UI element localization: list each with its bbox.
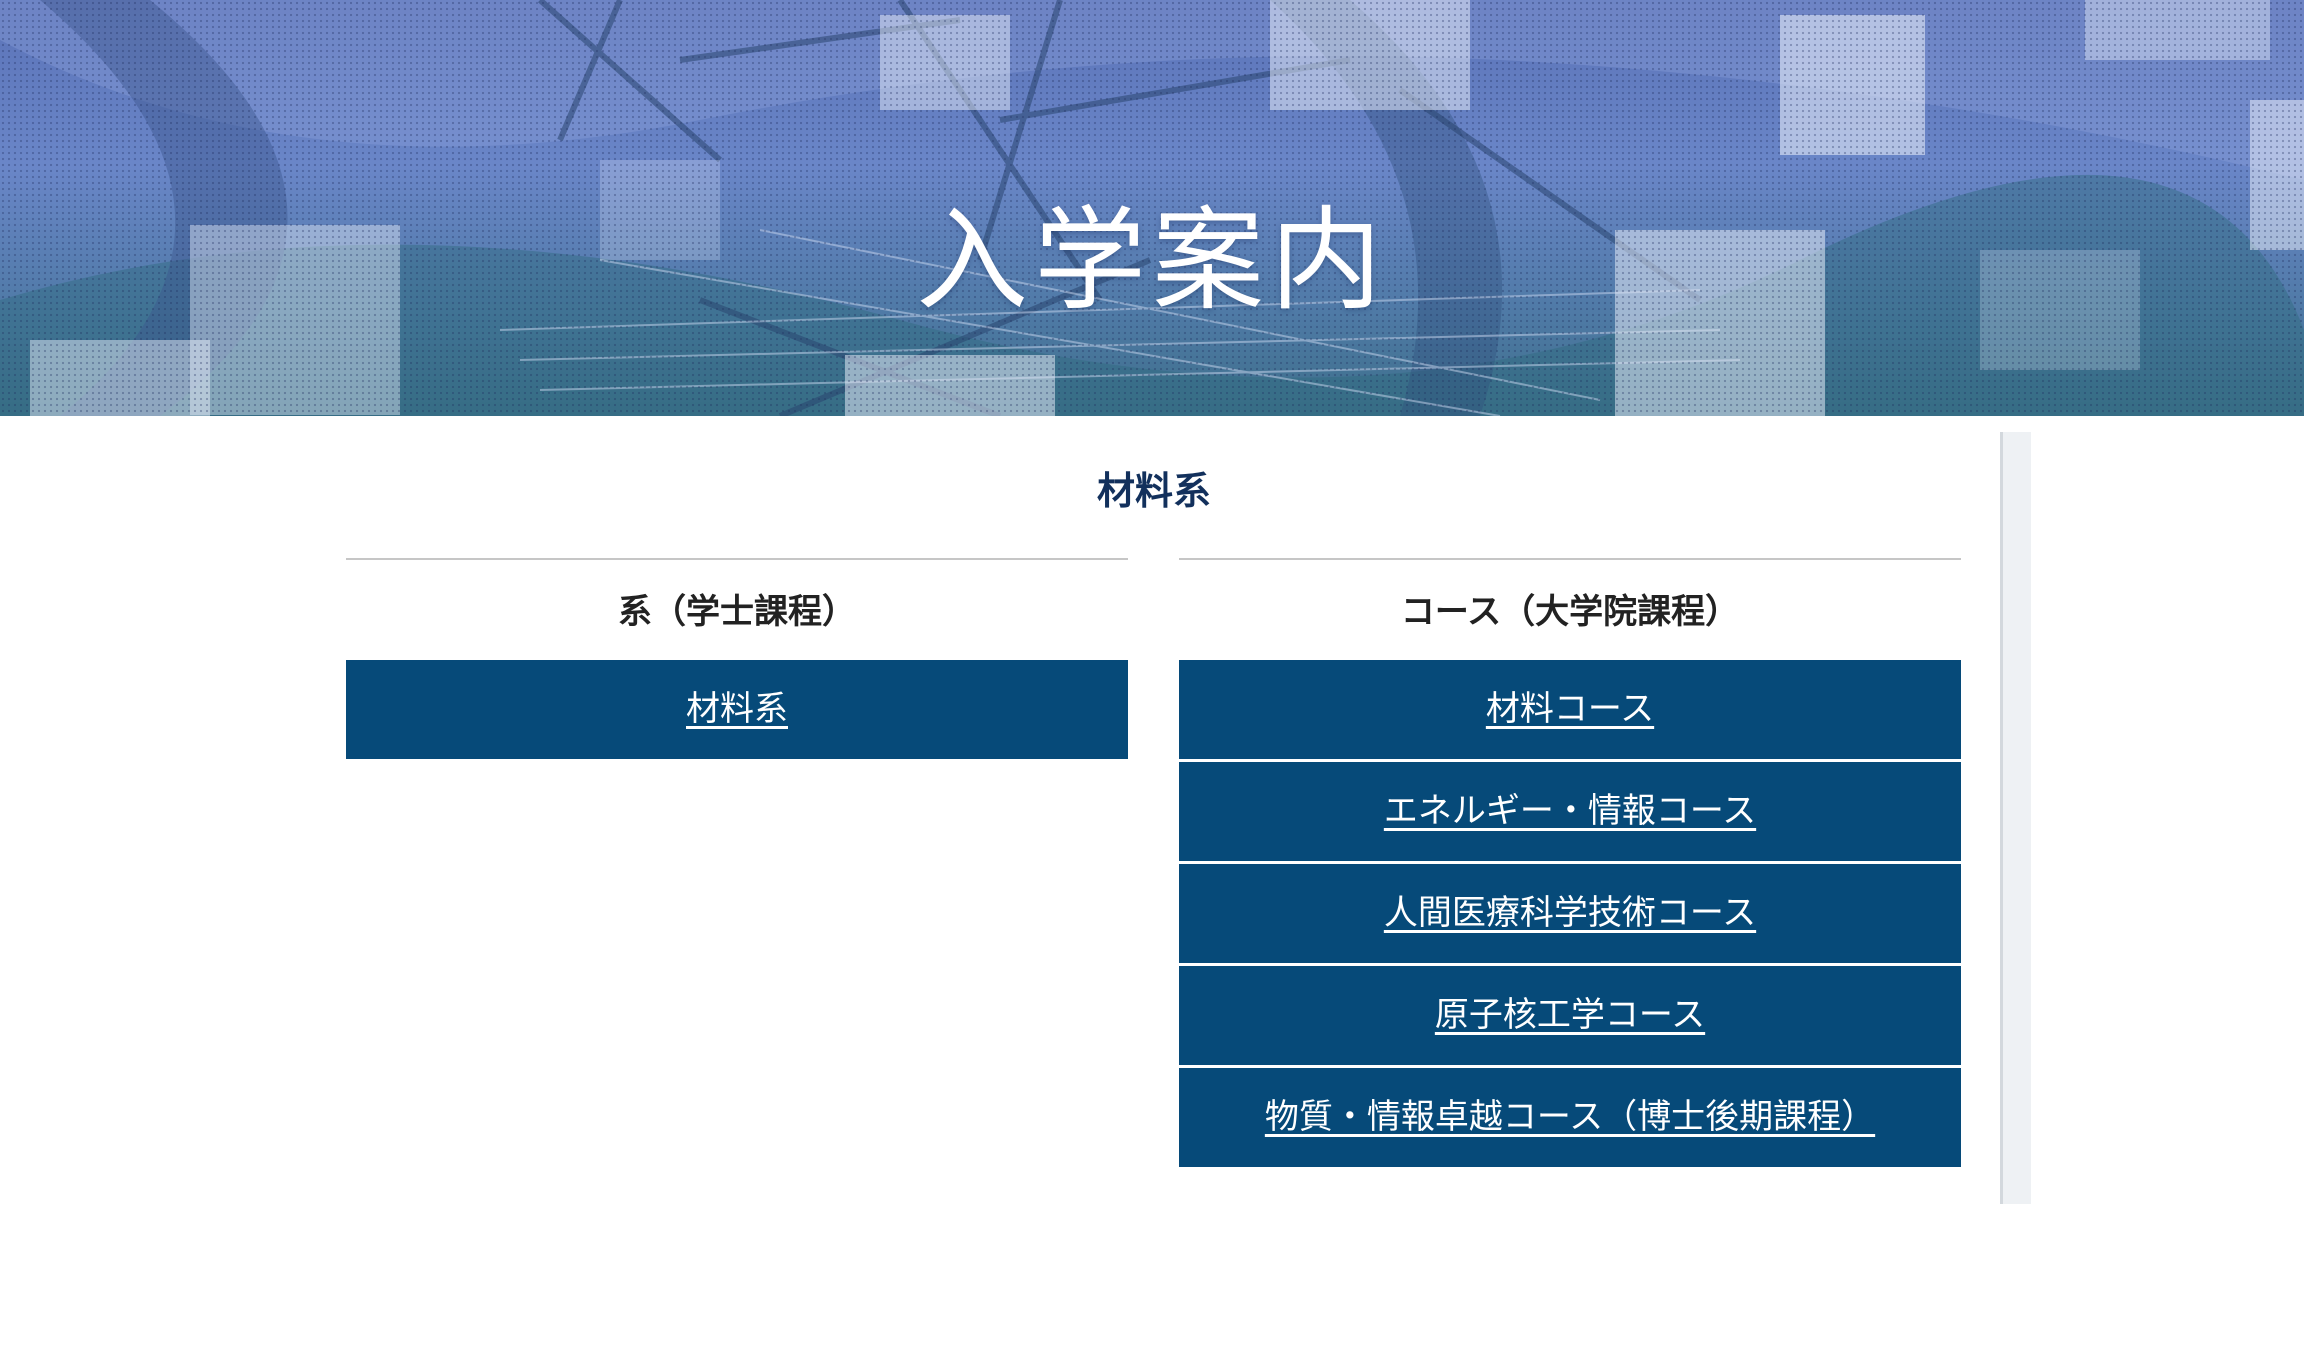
link-energy-information-course[interactable]: エネルギー・情報コース <box>1179 762 1961 861</box>
undergrad-column: 系（学士課程） 材料系 <box>346 558 1128 762</box>
section-title: 材料系 <box>1096 469 1211 513</box>
main-content: 材料系 系（学士課程） 材料系 コース（大学院課程） 材料コース エネルギー・情… <box>0 416 2304 1358</box>
link-human-medical-science-course[interactable]: 人間医療科学技術コース <box>1179 864 1961 963</box>
graduate-heading: コース（大学院課程） <box>1400 592 1740 632</box>
undergrad-heading: 系（学士課程） <box>618 592 856 632</box>
scrollbar-track[interactable] <box>2000 432 2031 1204</box>
page-title: 入学案内 <box>916 196 1388 326</box>
graduate-column: コース（大学院課程） 材料コース エネルギー・情報コース 人間医療科学技術コース… <box>1179 558 1961 1170</box>
hero-banner: 入学案内 <box>0 0 2304 416</box>
link-materials-information-excellence-course[interactable]: 物質・情報卓越コース（博士後期課程） <box>1179 1068 1961 1167</box>
link-materials-department[interactable]: 材料系 <box>346 660 1128 759</box>
link-materials-course[interactable]: 材料コース <box>1179 660 1961 759</box>
link-nuclear-engineering-course[interactable]: 原子核工学コース <box>1179 966 1961 1065</box>
